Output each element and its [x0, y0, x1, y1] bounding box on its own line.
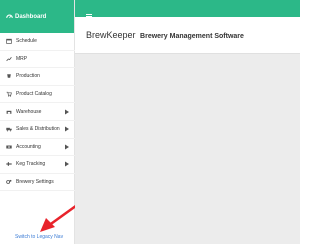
chevron-right-icon	[65, 109, 69, 115]
sidebar-item-label: Keg Tracking	[16, 161, 46, 168]
gears-icon	[6, 179, 12, 185]
sidebar-nav: Schedule MRP Production Product Catalog	[0, 33, 75, 192]
sidebar-item-label: Warehouse	[16, 108, 42, 115]
chevron-right-icon	[65, 144, 69, 150]
sidebar-item-production[interactable]: Production	[0, 68, 75, 86]
page-header: BrewKeeper Brewery Management Software	[75, 17, 300, 54]
chevron-right-icon	[65, 161, 69, 167]
sidebar-item-label: Sales & Distribution	[16, 126, 60, 133]
page-title: BrewKeeper Brewery Management Software	[86, 30, 244, 40]
truck-icon	[6, 126, 12, 132]
warehouse-icon	[6, 109, 12, 115]
sidebar-item-product-catalog[interactable]: Product Catalog	[0, 86, 75, 104]
app-window: Dashboard Schedule MRP Production Produc…	[0, 0, 300, 244]
hamburger-menu-icon[interactable]	[86, 6, 92, 19]
chevron-right-icon	[65, 126, 69, 132]
sidebar-item-label: MRP	[16, 55, 28, 62]
sidebar-item-label: Production	[16, 73, 40, 80]
sidebar-item-sales-distribution[interactable]: Sales & Distribution	[0, 121, 75, 139]
sidebar-item-label: Product Catalog	[16, 91, 52, 98]
flask-icon	[6, 73, 12, 79]
sidebar-item-label: Accounting	[16, 143, 41, 150]
dashboard-icon	[6, 13, 13, 20]
money-icon	[6, 144, 12, 150]
sidebar-item-schedule[interactable]: Schedule	[0, 33, 75, 51]
sidebar-item-mrp[interactable]: MRP	[0, 51, 75, 69]
sidebar-item-keg-tracking[interactable]: Keg Tracking	[0, 156, 75, 174]
sidebar-item-label: Brewery Settings	[16, 179, 54, 186]
dashboard-label: Dashboard	[15, 13, 47, 20]
cart-icon	[6, 91, 12, 97]
brand-name: BrewKeeper	[86, 30, 136, 40]
keg-icon	[6, 161, 12, 167]
chart-icon	[6, 56, 12, 62]
page-subtitle: Brewery Management Software	[140, 33, 244, 40]
sidebar-item-warehouse[interactable]: Warehouse	[0, 103, 75, 121]
sidebar-item-label: Schedule	[16, 38, 37, 45]
dashboard-link[interactable]: Dashboard	[0, 0, 74, 33]
calendar-icon	[6, 38, 12, 45]
top-bar	[75, 0, 300, 19]
sidebar-item-accounting[interactable]: Accounting	[0, 139, 75, 157]
main-content	[75, 54, 300, 244]
